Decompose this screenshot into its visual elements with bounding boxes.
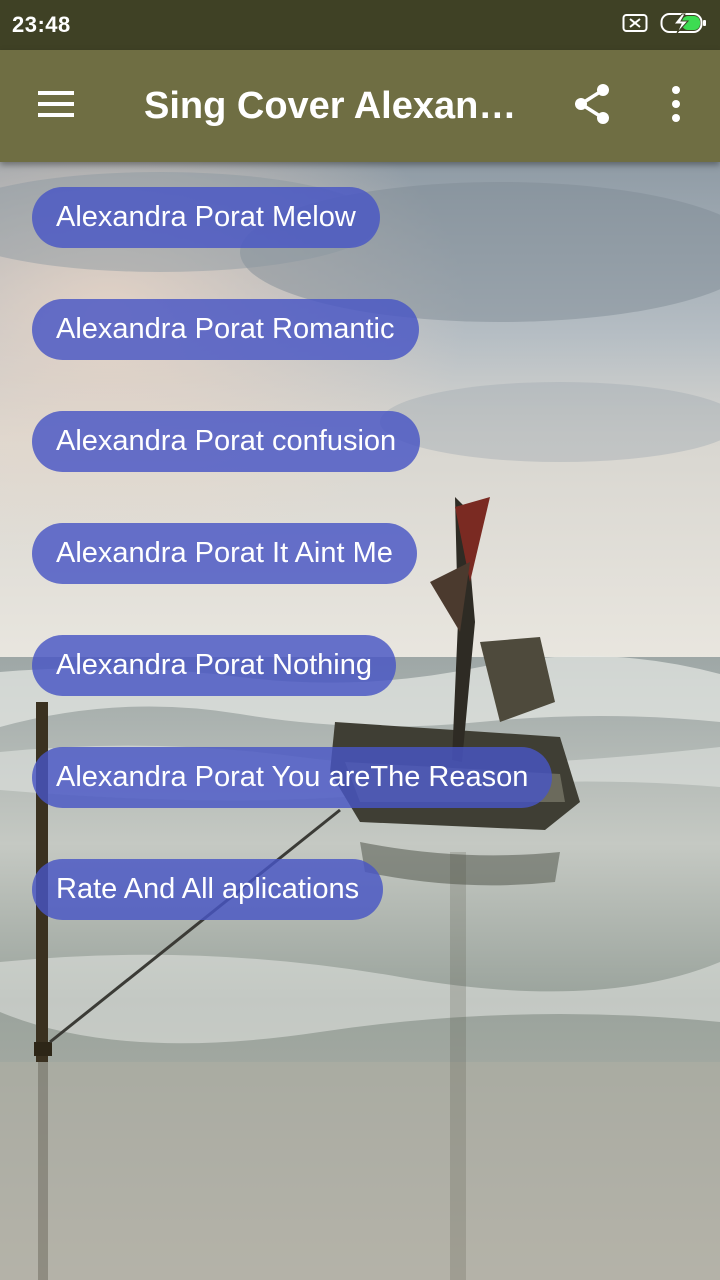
status-icons [622,12,708,39]
status-bar: 23:48 [0,0,720,50]
menu-item-it-aint-me[interactable]: Alexandra Porat It Aint Me [32,523,417,584]
status-time: 23:48 [12,12,71,37]
more-vert-icon [671,85,681,127]
app-bar: Sing Cover Alexandra Porat [0,50,720,162]
menu-item-melow[interactable]: Alexandra Porat Melow [32,187,380,248]
app-title: Sing Cover Alexandra Porat [144,84,524,127]
battery-charging-icon [660,12,708,39]
menu-list: Alexandra Porat Melow Alexandra Porat Ro… [32,187,553,971]
menu-item-nothing[interactable]: Alexandra Porat Nothing [32,635,396,696]
menu-item-you-are-the-reason[interactable]: Alexandra Porat You areThe Reason [32,747,553,808]
hamburger-menu-icon [36,89,76,124]
share-icon [572,82,612,131]
menu-button[interactable] [0,50,112,162]
more-options-button[interactable] [648,78,704,134]
menu-item-confusion[interactable]: Alexandra Porat confusion [32,411,421,472]
menu-item-romantic[interactable]: Alexandra Porat Romantic [32,299,419,360]
menu-item-rate-and-all-applications[interactable]: Rate And All aplications [32,859,384,920]
share-button[interactable] [560,78,624,134]
no-sim-icon [622,13,648,38]
